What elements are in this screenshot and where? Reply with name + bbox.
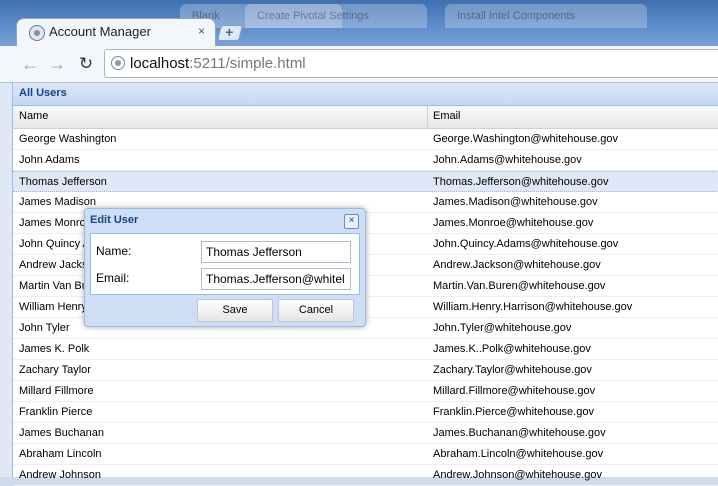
cell-email: John.Quincy.Adams@whitehouse.gov: [433, 238, 619, 250]
edit-form: Name: Thomas Jefferson Email: Thomas.Jef…: [90, 233, 360, 295]
cell-email: Thomas.Jefferson@whitehouse.gov: [433, 176, 609, 188]
background-tab[interactable]: Install Intel Components: [445, 4, 647, 28]
table-row[interactable]: James Buchanan James.Buchanan@whitehouse.…: [13, 423, 718, 444]
page-icon: [111, 56, 125, 70]
cancel-button[interactable]: Cancel: [278, 299, 354, 322]
table-row[interactable]: Millard Fillmore Millard.Fillmore@whiteho…: [13, 381, 718, 402]
email-field[interactable]: Thomas.Jefferson@whitel: [201, 268, 351, 290]
cell-name: Andrew Johnson: [19, 469, 101, 481]
cell-email: Franklin.Pierce@whitehouse.gov: [433, 406, 594, 418]
cell-name: James K. Polk: [19, 343, 90, 355]
cell-email: George.Washington@whitehouse.gov: [433, 133, 619, 145]
edit-user-window: Edit User × Name: Thomas Jefferson Email…: [84, 208, 366, 327]
cell-name: John Adams: [19, 154, 80, 166]
column-header-name[interactable]: Name: [19, 110, 48, 122]
table-row[interactable]: George Washington George.Washington@white…: [13, 129, 718, 150]
table-row[interactable]: Zachary Taylor Zachary.Taylor@whitehouse.…: [13, 360, 718, 381]
cell-email: James.Madison@whitehouse.gov: [433, 196, 598, 208]
cell-name: Franklin Pierce: [19, 406, 93, 418]
table-row[interactable]: Abraham Lincoln Abraham.Lincoln@whitehous…: [13, 444, 718, 465]
cell-name: Zachary Taylor: [19, 364, 91, 376]
cell-name: George Washington: [19, 133, 117, 145]
table-row[interactable]: Andrew Johnson Andrew.Johnson@whitehouse.…: [13, 465, 718, 486]
globe-icon: [29, 25, 45, 41]
cell-email: Andrew.Johnson@whitehouse.gov: [433, 469, 602, 481]
url-text: localhost:5211/simple.html: [130, 55, 306, 72]
window-title: Edit User: [90, 214, 139, 226]
table-row[interactable]: James K. Polk James.K..Polk@whitehouse.go…: [13, 339, 718, 360]
save-button[interactable]: Save: [197, 299, 273, 322]
cell-email: Andrew.Jackson@whitehouse.gov: [433, 259, 601, 271]
browser-tab-strip: Blank Create Pivotal Settings Install In…: [0, 0, 718, 48]
cell-name: Thomas Jefferson: [19, 176, 107, 188]
table-row[interactable]: Franklin Pierce Franklin.Pierce@whitehous…: [13, 402, 718, 423]
cell-email: James.Monroe@whitehouse.gov: [433, 217, 594, 229]
cell-email: James.Buchanan@whitehouse.gov: [433, 427, 606, 439]
url-host: localhost: [130, 55, 190, 72]
name-field[interactable]: Thomas Jefferson: [201, 241, 351, 263]
grid-header: Name Email: [13, 106, 718, 129]
cell-email: William.Henry.Harrison@whitehouse.gov: [433, 301, 633, 313]
background-tab[interactable]: Create Pivotal Settings: [245, 4, 427, 28]
browser-tab-active[interactable]: Account Manager ×: [16, 18, 216, 48]
cell-email: John.Adams@whitehouse.gov: [433, 154, 582, 166]
panel-title: All Users: [19, 87, 67, 99]
tab-close-icon[interactable]: ×: [198, 24, 205, 38]
cell-email: Martin.Van.Buren@whitehouse.gov: [433, 280, 606, 292]
new-tab-button[interactable]: +: [217, 24, 243, 41]
tab-title: Account Manager: [49, 24, 151, 39]
table-row[interactable]: Thomas Jefferson Thomas.Jefferson@whiteho…: [13, 171, 718, 192]
name-label: Name:: [96, 244, 132, 258]
email-label: Email:: [96, 271, 130, 285]
url-path: :5211/simple.html: [189, 55, 306, 72]
cell-email: Zachary.Taylor@whitehouse.gov: [433, 364, 592, 376]
address-bar[interactable]: localhost:5211/simple.html: [104, 49, 718, 78]
cell-email: James.K..Polk@whitehouse.gov: [433, 343, 591, 355]
browser-toolbar: ← → ↻ localhost:5211/simple.html: [0, 46, 718, 83]
cell-name: James Buchanan: [19, 427, 104, 439]
cell-name: Millard Fillmore: [19, 385, 94, 397]
reload-icon[interactable]: ↻: [74, 52, 98, 76]
plus-icon: +: [225, 24, 234, 40]
forward-icon[interactable]: →: [45, 52, 69, 76]
column-divider[interactable]: [427, 106, 428, 128]
column-header-email[interactable]: Email: [433, 110, 461, 122]
cell-email: Millard.Fillmore@whitehouse.gov: [433, 385, 596, 397]
close-icon[interactable]: ×: [344, 214, 359, 229]
panel-header: All Users: [13, 83, 718, 106]
table-row[interactable]: John Adams John.Adams@whitehouse.gov: [13, 150, 718, 171]
cell-email: John.Tyler@whitehouse.gov: [433, 322, 572, 334]
cell-email: Abraham.Lincoln@whitehouse.gov: [433, 448, 604, 460]
cell-name: Abraham Lincoln: [19, 448, 102, 460]
back-icon[interactable]: ←: [18, 52, 42, 76]
